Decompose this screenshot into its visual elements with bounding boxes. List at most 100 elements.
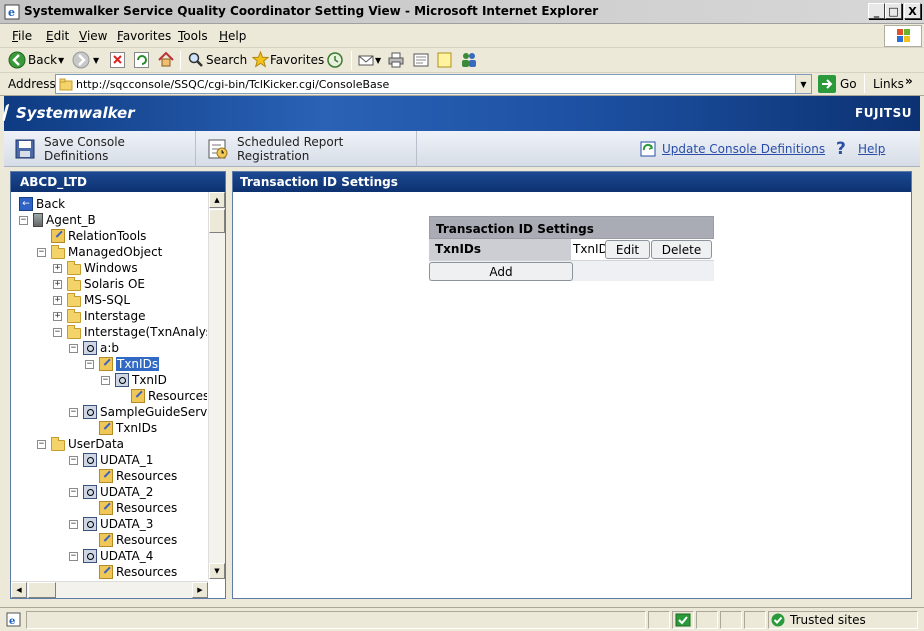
edit-button[interactable]: Edit xyxy=(605,240,650,259)
tree-vertical-scrollbar[interactable]: ▲ ▼ xyxy=(208,192,225,579)
go-button[interactable]: Go xyxy=(840,77,857,91)
tree-item-resources[interactable]: Resources xyxy=(99,564,177,579)
back-dropdown-icon[interactable]: ▼ xyxy=(58,56,64,65)
collapse-toggle-icon[interactable]: − xyxy=(69,407,78,417)
tree-item-windows[interactable]: + Windows xyxy=(53,260,138,276)
forward-arrow-icon[interactable] xyxy=(72,51,90,69)
update-definitions-icon[interactable] xyxy=(640,141,656,157)
search-icon[interactable] xyxy=(188,52,204,68)
collapse-toggle-icon[interactable]: − xyxy=(69,551,78,561)
tree-item-resources[interactable]: Resources xyxy=(99,500,177,516)
main-panel: Transaction ID Settings Transaction ID S… xyxy=(232,171,912,599)
scheduled-report-registration-button[interactable]: Scheduled Report Registration xyxy=(197,131,417,167)
tree-item-udata-3[interactable]: − UDATA_3 xyxy=(69,516,153,532)
mail-dropdown-icon[interactable]: ▼ xyxy=(375,56,381,65)
expand-toggle-icon[interactable]: + xyxy=(53,311,62,321)
tree-item-txnid[interactable]: − TxnID xyxy=(101,372,167,388)
tree-item-txnids[interactable]: TxnIDs xyxy=(99,420,157,436)
help-link[interactable]: Help xyxy=(858,142,885,156)
collapse-toggle-icon[interactable]: − xyxy=(37,247,46,257)
discuss-note-icon[interactable] xyxy=(437,52,452,68)
links-chevron-icon[interactable]: » xyxy=(905,74,913,88)
tree-item-solaris-oe[interactable]: + Solaris OE xyxy=(53,276,145,292)
expand-toggle-icon[interactable]: + xyxy=(53,279,62,289)
collapse-toggle-icon[interactable]: − xyxy=(69,343,78,353)
scroll-thumb[interactable] xyxy=(28,582,56,598)
tree-item-agent-b[interactable]: − Agent_B xyxy=(19,212,96,228)
address-url[interactable]: http://sqcconsole/SSQC/cgi-bin/TclKicker… xyxy=(76,78,389,91)
menu-help[interactable]: Help xyxy=(219,29,246,43)
tree-item-managedobject[interactable]: − ManagedObject xyxy=(37,244,162,260)
tree-item-label: ManagedObject xyxy=(68,245,163,259)
delete-button[interactable]: Delete xyxy=(651,240,712,259)
tree-item-back[interactable]: ← Back xyxy=(19,196,65,212)
collapse-toggle-icon[interactable]: − xyxy=(37,439,46,449)
collapse-toggle-icon[interactable]: − xyxy=(85,359,94,369)
back-button[interactable]: Back xyxy=(28,53,57,67)
scheduled-report-registration-label: Scheduled Report Registration xyxy=(237,135,344,163)
expand-toggle-icon[interactable]: + xyxy=(53,295,62,305)
tree-item-interstage[interactable]: + Interstage xyxy=(53,308,145,324)
menu-file[interactable]: File xyxy=(12,29,32,43)
tree-item-label: Resources xyxy=(116,469,178,483)
tree-item-relationtools[interactable]: RelationTools xyxy=(51,228,146,244)
stop-icon[interactable] xyxy=(110,52,125,68)
back-arrow-icon[interactable] xyxy=(8,51,26,69)
tree-item-interstage-txnanalysis[interactable]: − Interstage(TxnAnalysis xyxy=(53,324,207,340)
scroll-down-arrow-icon[interactable]: ▼ xyxy=(209,563,225,579)
collapse-toggle-icon[interactable]: − xyxy=(101,375,110,385)
collapse-toggle-icon[interactable]: − xyxy=(69,519,78,529)
menu-tools[interactable]: Tools xyxy=(178,29,208,43)
tree-item-resources[interactable]: Resources xyxy=(99,468,177,484)
add-button[interactable]: Add xyxy=(429,262,573,281)
tree-item-userdata[interactable]: − UserData xyxy=(37,436,124,452)
menu-view[interactable]: View xyxy=(79,29,107,43)
update-console-definitions-link[interactable]: Update Console Definitions xyxy=(662,142,825,156)
menu-edit[interactable]: Edit xyxy=(46,29,69,43)
edit-page-icon[interactable] xyxy=(413,52,429,68)
history-icon[interactable] xyxy=(327,52,343,68)
table-add-row: Add xyxy=(429,260,714,281)
close-button[interactable]: X xyxy=(904,3,921,19)
address-dropdown-icon[interactable]: ▼ xyxy=(795,75,811,93)
security-zone-label: Trusted sites xyxy=(790,613,866,627)
menu-favorites[interactable]: Favorites xyxy=(117,29,171,43)
tree-item-ms-sql[interactable]: + MS-SQL xyxy=(53,292,130,308)
go-arrow-icon[interactable] xyxy=(818,75,836,93)
tree-horizontal-scrollbar[interactable]: ◀ ▶ xyxy=(11,581,208,598)
trusted-check-icon xyxy=(771,613,785,627)
tree-item-udata-2[interactable]: − UDATA_2 xyxy=(69,484,153,500)
help-question-icon[interactable]: ? xyxy=(836,140,850,158)
scroll-right-arrow-icon[interactable]: ▶ xyxy=(192,582,208,598)
scroll-thumb[interactable] xyxy=(209,209,225,233)
favorites-button[interactable]: Favorites xyxy=(270,53,324,67)
forward-dropdown-icon[interactable]: ▼ xyxy=(93,56,99,65)
save-console-definitions-button[interactable]: Save Console Definitions xyxy=(4,131,196,167)
tree-item-resources[interactable]: Resources xyxy=(131,388,207,404)
scroll-up-arrow-icon[interactable]: ▲ xyxy=(209,192,225,208)
home-icon[interactable] xyxy=(158,51,174,68)
print-icon[interactable] xyxy=(388,52,404,68)
tree-item-a-b[interactable]: − a:b xyxy=(69,340,119,356)
scroll-left-arrow-icon[interactable]: ◀ xyxy=(11,582,27,598)
tree-item-label: Solaris OE xyxy=(84,277,146,291)
links-button[interactable]: Links xyxy=(873,77,904,91)
tree-item-txnids-selected[interactable]: − TxnIDs xyxy=(85,356,160,372)
collapse-toggle-icon[interactable]: − xyxy=(69,455,78,465)
tree-item-udata-4[interactable]: − UDATA_4 xyxy=(69,548,153,564)
collapse-toggle-icon[interactable]: − xyxy=(69,487,78,497)
collapse-toggle-icon[interactable]: − xyxy=(19,215,28,225)
tree-item-sampleguideserver[interactable]: − SampleGuideServe xyxy=(69,404,207,420)
tree-item-resources[interactable]: Resources xyxy=(99,532,177,548)
favorites-star-icon[interactable] xyxy=(251,50,270,68)
address-input[interactable]: http://sqcconsole/SSQC/cgi-bin/TclKicker… xyxy=(55,74,812,94)
mail-icon[interactable] xyxy=(358,52,374,68)
collapse-toggle-icon[interactable]: − xyxy=(53,327,62,337)
search-button[interactable]: Search xyxy=(206,53,247,67)
minimize-button[interactable]: _ xyxy=(868,3,885,19)
maximize-button[interactable]: □ xyxy=(885,3,902,19)
tree-item-udata-1[interactable]: − UDATA_1 xyxy=(69,452,153,468)
expand-toggle-icon[interactable]: + xyxy=(53,263,62,273)
messenger-icon[interactable] xyxy=(460,51,478,69)
refresh-icon[interactable] xyxy=(134,52,149,68)
